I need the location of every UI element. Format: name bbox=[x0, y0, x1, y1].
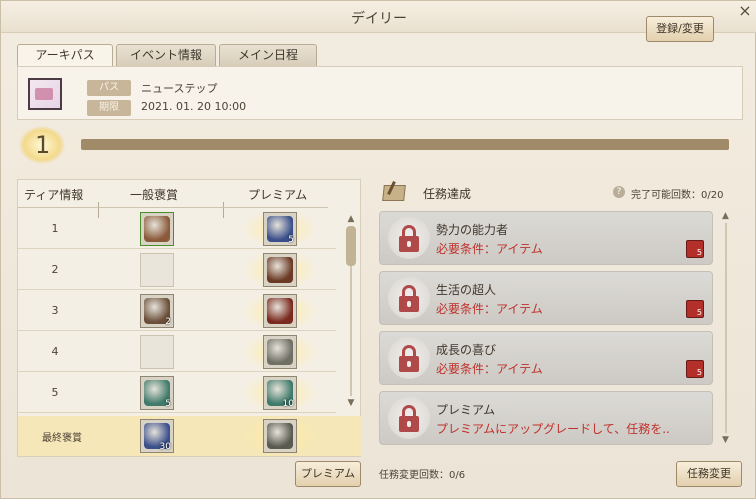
scroll-down-arrow-icon[interactable]: ▼ bbox=[346, 398, 356, 408]
premium-reward-slot[interactable]: 5 bbox=[263, 212, 297, 246]
tier-row: 2 bbox=[18, 250, 336, 290]
mission-card[interactable]: 生活の超人必要条件：アイテム 5 bbox=[379, 271, 713, 325]
mission-title: 任務達成 bbox=[423, 187, 472, 201]
tier-row: 4 bbox=[18, 332, 336, 372]
lock-icon bbox=[388, 277, 430, 319]
mission-change-count: 任務変更回数：0/6 bbox=[379, 470, 466, 481]
tab-event-info[interactable]: イベント情報 bbox=[116, 44, 216, 66]
item-count: 10 bbox=[282, 399, 294, 409]
normal-reward-slot[interactable]: 5 bbox=[140, 376, 174, 410]
mission-scrollbar[interactable]: ▲ ▼ bbox=[722, 211, 730, 447]
complete-count: 完了可能回数：0/20 bbox=[631, 190, 724, 201]
close-icon[interactable]: × bbox=[735, 2, 755, 22]
mission-requirement: 必要条件：アイテム bbox=[436, 242, 543, 256]
fire-crystal-icon bbox=[267, 257, 293, 283]
mission-reward-icon[interactable]: 5 bbox=[686, 300, 704, 318]
tier-reward-panel: ティア情報 一般褒賞 プレミアム 1 5 2 3 2 4 5 5 10 最終褒賞 30 ▲ ▼ bbox=[17, 179, 362, 457]
item-count: 5 bbox=[288, 235, 294, 245]
scroll-down-arrow-icon[interactable]: ▼ bbox=[722, 435, 729, 445]
treasure-chest-icon bbox=[144, 216, 170, 242]
tier-number: 3 bbox=[51, 304, 59, 317]
normal-reward-slot[interactable] bbox=[140, 253, 174, 287]
lock-icon bbox=[388, 217, 430, 259]
reward-count: 5 bbox=[696, 368, 702, 377]
lock-keyhole bbox=[407, 361, 411, 367]
window-title: デイリー bbox=[351, 11, 407, 27]
scroll-up-arrow-icon[interactable]: ▲ bbox=[346, 214, 356, 224]
mission-card[interactable]: プレミアムプレミアムにアップグレードして、任務を.. bbox=[379, 391, 713, 445]
premium-reward-slot[interactable]: 10 bbox=[263, 376, 297, 410]
tier-number: 1 bbox=[51, 222, 59, 235]
header-premium: プレミアム bbox=[248, 188, 308, 202]
reward-count: 5 bbox=[696, 248, 702, 257]
tier-row: 32 bbox=[18, 291, 336, 331]
item-count: 2 bbox=[165, 317, 171, 327]
premium-reward-slot[interactable] bbox=[263, 253, 297, 287]
level-area: 1 bbox=[17, 126, 743, 164]
reward-count: 5 bbox=[696, 308, 702, 317]
mission-change-button[interactable]: 任務変更 bbox=[676, 461, 742, 487]
daily-window: デイリー × アーキパス イベント情報 メイン日程 パス ニューステップ 期限 … bbox=[0, 0, 756, 499]
mission-card[interactable]: 成長の喜び必要条件：アイテム 5 bbox=[379, 331, 713, 385]
tier-number: 2 bbox=[51, 263, 59, 276]
lock-icon bbox=[388, 397, 430, 439]
item-count: 30 bbox=[159, 442, 171, 452]
help-icon[interactable]: ? bbox=[613, 186, 625, 198]
final-reward-label: 最終褒賞 bbox=[42, 433, 82, 444]
register-change-button[interactable]: 登録/変更 bbox=[646, 16, 714, 42]
tab-main-schedule[interactable]: メイン日程 bbox=[219, 44, 317, 66]
final-normal-reward-slot[interactable]: 30 bbox=[140, 419, 174, 453]
pass-thumbnail bbox=[28, 78, 62, 110]
tier-row: 5 5 10 bbox=[18, 373, 336, 413]
mission-requirement: 必要条件：アイテム bbox=[436, 362, 543, 376]
dragon-head-icon bbox=[267, 423, 293, 449]
mission-requirement: 必要条件：アイテム bbox=[436, 302, 543, 316]
tier-row: 15 bbox=[18, 209, 336, 249]
mission-name: 生活の超人 bbox=[436, 283, 497, 297]
final-premium-reward-slot[interactable] bbox=[263, 419, 297, 453]
scroll-up-arrow-icon[interactable]: ▲ bbox=[722, 211, 729, 221]
mission-card[interactable]: 勢力の能力者必要条件：アイテム 5 bbox=[379, 211, 713, 265]
tier-scrollbar[interactable]: ▲ ▼ bbox=[346, 214, 356, 410]
book-quill-icon bbox=[383, 183, 405, 201]
metal-chest-icon bbox=[267, 339, 293, 365]
level-progress-bar bbox=[81, 139, 729, 150]
mission-reward-icon[interactable]: 5 bbox=[686, 240, 704, 258]
premium-reward-slot[interactable] bbox=[263, 335, 297, 369]
tier-number: 4 bbox=[51, 345, 59, 358]
pass-label: パス bbox=[87, 80, 131, 96]
item-count: 5 bbox=[165, 399, 171, 409]
lock-keyhole bbox=[407, 301, 411, 307]
final-reward-row: 最終褒賞 30 bbox=[18, 416, 362, 456]
header-tier-info: ティア情報 bbox=[24, 188, 84, 202]
title-bar: デイリー × bbox=[1, 1, 756, 33]
mission-requirement: プレミアムにアップグレードして、任務を.. bbox=[436, 422, 670, 436]
pass-value: ニューステップ bbox=[141, 82, 218, 95]
mission-panel: 任務達成 ? 完了可能回数：0/20 勢力の能力者 必要条件：アイテム 5 生活の超人… bbox=[379, 179, 743, 481]
pass-info-bar: パス ニューステップ 期限 2021. 01. 20 10:00 bbox=[17, 66, 743, 120]
premium-reward-slot[interactable] bbox=[263, 294, 297, 328]
header-divider bbox=[18, 207, 328, 208]
lock-icon bbox=[388, 337, 430, 379]
scroll-thumb[interactable] bbox=[346, 226, 356, 266]
level-number: 1 bbox=[35, 131, 51, 159]
mission-name: プレミアム bbox=[436, 403, 496, 417]
premium-button[interactable]: プレミアム bbox=[295, 461, 361, 487]
mission-name: 勢力の能力者 bbox=[436, 223, 509, 237]
lock-keyhole bbox=[407, 241, 411, 247]
mission-reward-icon[interactable]: 5 bbox=[686, 360, 704, 378]
mission-name: 成長の喜び bbox=[436, 343, 497, 357]
scroll-track[interactable] bbox=[725, 223, 727, 433]
red-chest-icon bbox=[267, 298, 293, 324]
normal-reward-slot[interactable] bbox=[140, 212, 174, 246]
normal-reward-slot[interactable]: 2 bbox=[140, 294, 174, 328]
lock-keyhole bbox=[407, 421, 411, 427]
period-label: 期限 bbox=[87, 100, 131, 116]
period-value: 2021. 01. 20 10:00 bbox=[141, 100, 247, 113]
normal-reward-slot[interactable] bbox=[140, 335, 174, 369]
tier-number: 5 bbox=[51, 386, 59, 399]
tab-arche-pass[interactable]: アーキパス bbox=[17, 44, 113, 67]
header-normal-reward: 一般褒賞 bbox=[130, 188, 179, 202]
